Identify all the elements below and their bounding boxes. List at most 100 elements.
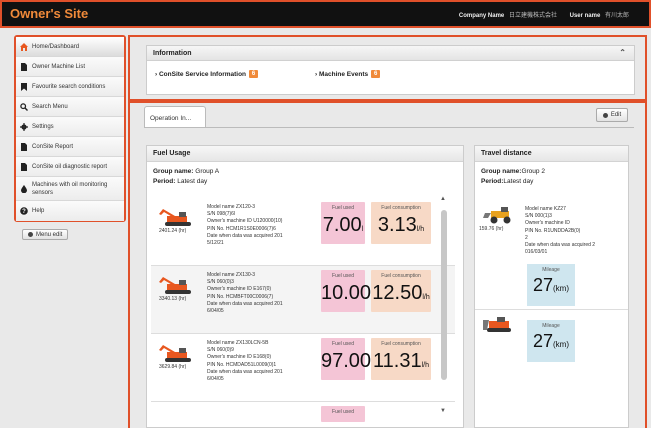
- date-label: Date when data was acquired 201: [207, 300, 283, 307]
- search-icon: [20, 102, 28, 111]
- list-item[interactable]: Mileage 27(km): [475, 310, 628, 380]
- fuel-period-line: Period: Latest day: [147, 178, 463, 185]
- fuel-consumption-tile: Fuel consumption 3.13l/h: [371, 202, 431, 244]
- mileage-label: Mileage: [542, 267, 560, 273]
- excavator-icon: [159, 277, 191, 294]
- gear-icon: [602, 112, 608, 118]
- information-header[interactable]: Information ⌃: [147, 46, 634, 61]
- model-name[interactable]: Model name KZ27: [525, 206, 627, 213]
- fuel-consumption-tile: Fuel consumption 12.50l/h: [371, 270, 431, 312]
- sidebar-item-label: Owner Machine List: [32, 63, 86, 70]
- serial-number: S/N 000(1)3: [525, 213, 552, 220]
- date-value: 6/04/05: [207, 308, 224, 315]
- account-info: Company Name 日立建機株式会社 User name 有川太郎: [456, 10, 637, 19]
- travel-distance-title: Travel distance: [475, 146, 628, 162]
- excavator-icon: [159, 209, 191, 226]
- fuel-used-label: Fuel used: [332, 409, 354, 415]
- tab-operation-info[interactable]: Operation In...: [144, 106, 206, 128]
- sidebar-item-label: Search Menu: [32, 103, 68, 110]
- sidebar-item-favourite-search[interactable]: Favourite search conditions: [16, 77, 124, 97]
- sidebar-item-label: Home/Dashboard: [32, 43, 80, 50]
- fuel-consumption-tile: Fuel consumption 11.31l/h: [371, 338, 431, 380]
- scroll-up-icon[interactable]: ▲: [440, 196, 446, 202]
- list-item[interactable]: 3629.84 (hr) Model name ZX130LCN-5B S/N …: [151, 334, 455, 402]
- list-item[interactable]: 3340.13 (hr) Model name ZX130-3 S/N 060(…: [151, 266, 455, 334]
- date-label: Date when data was acquired 201: [207, 368, 283, 375]
- fuel-used-label: Fuel used: [332, 205, 354, 211]
- group-value: Group 2: [521, 168, 545, 175]
- model-name[interactable]: Model name ZX120-3: [207, 204, 311, 211]
- machine-details: Model name ZX130LCN-5B S/N 060(0)9 Owner…: [203, 334, 311, 401]
- link-label: ConSite Service Information: [158, 70, 247, 78]
- fuel-used-value: 97.00: [321, 350, 372, 372]
- bookmark-icon: [20, 82, 28, 91]
- operating-hours: 3340.13 (hr): [159, 296, 187, 302]
- fuel-consumption-unit: l/h: [421, 362, 429, 369]
- menu-edit-button[interactable]: Menu edit: [22, 229, 69, 240]
- fuel-used-tile: Fuel used 7.00l: [321, 202, 365, 244]
- owner-machine-id: Owner's machine ID E167(0): [207, 286, 272, 293]
- mileage-value: 27: [532, 331, 554, 351]
- sidebar-item-home[interactable]: Home/Dashboard: [16, 37, 124, 57]
- document-icon: [20, 142, 28, 151]
- serial-number: S/N 098(7)6l: [207, 211, 236, 218]
- scroll-down-icon[interactable]: ▼: [440, 408, 446, 414]
- serial-number: S/N 060(0)9: [207, 347, 234, 354]
- company-value: 日立建機株式会社: [508, 13, 557, 19]
- sidebar-item-settings[interactable]: Settings: [16, 117, 124, 137]
- fuel-list-scrollbar[interactable]: ▲ ▼: [440, 196, 448, 426]
- period-value: Latest day: [503, 178, 534, 185]
- fuel-consumption-label: Fuel consumption: [381, 341, 421, 347]
- wheel-loader-icon: [483, 207, 511, 224]
- sidebar-item-label: ConSite oil diagnostic report: [32, 163, 108, 170]
- machine-thumbnail: 3629.84 (hr): [151, 334, 203, 401]
- fuel-used-tile: Fuel used 10.00l: [321, 270, 373, 312]
- serial-number: S/N 060(0)3: [207, 279, 234, 286]
- sidebar-item-oil-diagnostic-report[interactable]: ConSite oil diagnostic report: [16, 157, 124, 177]
- group-value: Group A: [195, 168, 220, 175]
- fuel-used-label: Fuel used: [332, 273, 354, 279]
- mileage-tile: Mileage 27(km): [527, 264, 575, 306]
- period-label: Period:: [481, 178, 504, 185]
- travel-group-line: Group name:Group 2: [475, 168, 628, 175]
- operating-hours: 3629.84 (hr): [159, 364, 187, 370]
- travel-distance-panel: Travel distance Group name:Group 2 Perio…: [474, 145, 629, 428]
- list-item[interactable]: Fuel used: [151, 402, 455, 422]
- fuel-used-value: 10.00: [321, 282, 372, 304]
- sidebar-item-consite-report[interactable]: ConSite Report: [16, 137, 124, 157]
- fuel-used-label: Fuel used: [332, 341, 354, 347]
- date-value: 5/12/21: [207, 240, 224, 247]
- period-value: Latest day: [177, 178, 208, 185]
- operating-hours: 2401.24 (hr): [159, 228, 187, 234]
- machine-events-link[interactable]: › Machine Events 6: [315, 70, 381, 78]
- sidebar-item-oil-monitoring[interactable]: Machines with oil monitoring sensors: [16, 177, 124, 201]
- list-item[interactable]: 2401.24 (hr) Model name ZX120-3 S/N 098(…: [151, 198, 455, 266]
- oil-drop-icon: [20, 184, 28, 193]
- model-name[interactable]: Model name ZX130-3: [207, 272, 311, 279]
- count-badge: 6: [249, 70, 259, 78]
- fuel-consumption-unit: l/h: [422, 294, 430, 301]
- sidebar-item-search-menu[interactable]: Search Menu: [16, 97, 124, 117]
- pin-number: PIN No. HCMDAD51L0009(0)1: [207, 361, 277, 368]
- period-label: Period:: [153, 178, 176, 185]
- pin-number: PIN No. HCM1R1S0E0006(7)6: [207, 225, 276, 232]
- document-icon: [20, 162, 28, 171]
- fuel-machine-list[interactable]: 2401.24 (hr) Model name ZX120-3 S/N 098(…: [151, 198, 455, 422]
- chevron-up-icon[interactable]: ⌃: [619, 48, 626, 57]
- travel-machine-list[interactable]: 159.76 (hr) Model name KZ27 S/N 000(1)3 …: [475, 202, 628, 380]
- edit-button[interactable]: Edit: [596, 108, 628, 122]
- mileage-unit: (km): [553, 284, 570, 293]
- fuel-consumption-value: 3.13: [377, 214, 417, 236]
- count-badge: 6: [371, 70, 381, 78]
- model-name[interactable]: Model name ZX130LCN-5B: [207, 340, 311, 347]
- sidebar-item-owner-machine-list[interactable]: Owner Machine List: [16, 57, 124, 77]
- scroll-thumb[interactable]: [441, 210, 447, 380]
- fuel-consumption-unit: l/h: [416, 226, 425, 233]
- owner-machine-id: Owner's machine ID: [525, 220, 570, 227]
- sidebar-item-help[interactable]: ? Help: [16, 201, 124, 221]
- fuel-consumption-label: Fuel consumption: [381, 205, 421, 211]
- list-item[interactable]: 159.76 (hr) Model name KZ27 S/N 000(1)3 …: [475, 202, 628, 310]
- consite-service-info-link[interactable]: › ConSite Service Information 6: [155, 70, 259, 78]
- sidebar-item-label: Settings: [32, 123, 54, 130]
- information-panel: Information ⌃ › ConSite Service Informat…: [146, 45, 635, 95]
